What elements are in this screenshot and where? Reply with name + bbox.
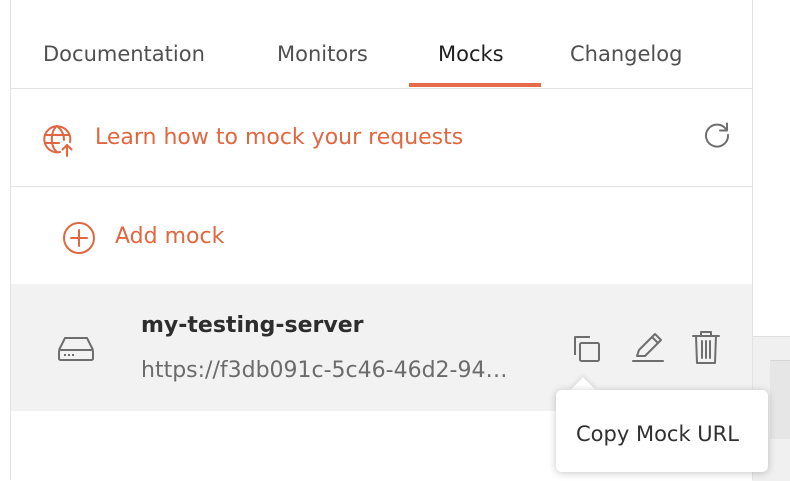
tab-monitors[interactable]: Monitors [277,42,368,66]
add-mock-row[interactable]: Add mock [11,187,752,283]
copy-icon[interactable] [569,333,605,365]
globe-upload-icon[interactable] [41,123,75,157]
delete-icon[interactable] [691,329,721,365]
tab-changelog[interactable]: Changelog [570,42,682,66]
learn-row: Learn how to mock your requests [11,89,752,187]
edit-icon[interactable] [631,330,665,364]
tab-documentation[interactable]: Documentation [43,42,205,66]
tab-bar: Documentation Monitors Mocks Changelog [11,0,752,89]
tooltip-label: Copy Mock URL [576,422,739,446]
add-mock-button[interactable]: Add mock [115,224,224,249]
refresh-icon[interactable] [703,121,731,149]
active-tab-indicator [409,83,541,87]
plus-circle-icon[interactable] [62,221,96,255]
mock-url: https://f3db091c-5c46-46d2-94… [141,358,508,383]
background-pane-row [770,360,790,439]
tab-mocks[interactable]: Mocks [438,42,504,66]
mock-name[interactable]: my-testing-server [141,313,364,338]
learn-mock-link[interactable]: Learn how to mock your requests [95,125,463,150]
copy-url-tooltip: Copy Mock URL [556,390,768,472]
server-icon [57,332,95,362]
